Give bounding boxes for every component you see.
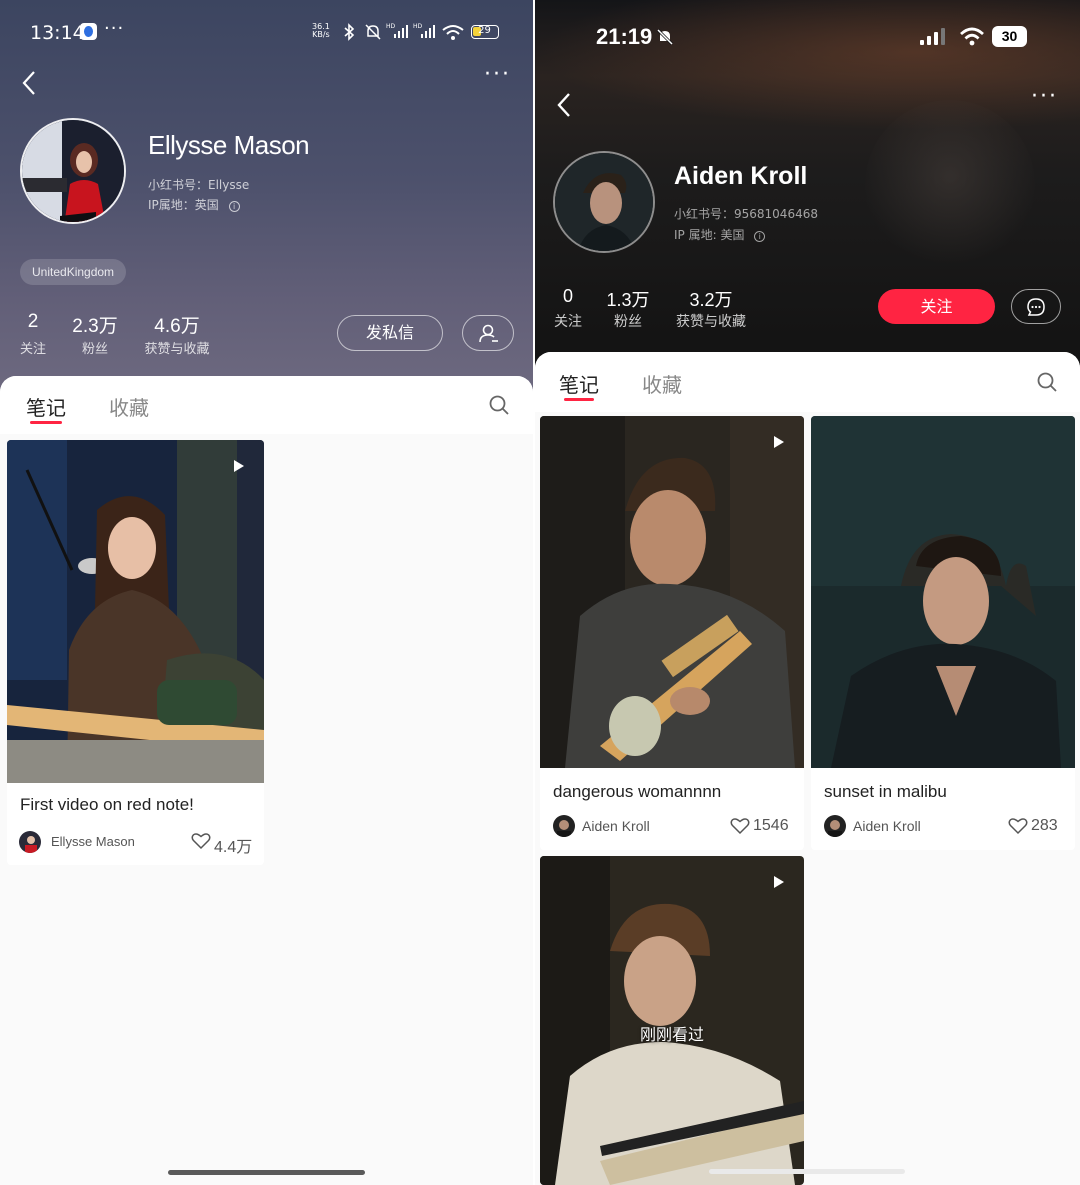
signal-hd-1-icon: HD	[386, 23, 408, 38]
likes-saves-count[interactable]: 3.2万	[673, 286, 749, 312]
profile-id: 小红书号：95681046468	[674, 207, 818, 221]
note-author: Ellysse Mason	[51, 834, 135, 849]
more-options-icon[interactable]: ···	[1031, 84, 1058, 109]
user-add-icon	[479, 324, 498, 343]
profile-ip-location: IP属地：英国 i	[148, 196, 240, 213]
tab-bar	[535, 352, 1080, 412]
network-speed: 36.1 KB/s	[312, 22, 330, 39]
info-icon[interactable]: i	[754, 231, 766, 242]
info-icon[interactable]: i	[228, 201, 240, 212]
following-label: 关注	[554, 314, 582, 330]
note-card[interactable]: First video on red note! Ellysse Mason 4…	[7, 440, 264, 865]
note-card[interactable]: sunset in malibu Aiden Kroll 283	[811, 416, 1075, 850]
note-cover-image	[811, 416, 1075, 768]
followers-label: 粉丝	[614, 314, 642, 330]
author-avatar	[824, 815, 846, 837]
tab-bar	[0, 376, 533, 434]
note-title: First video on red note!	[20, 795, 194, 814]
note-title: sunset in malibu	[824, 782, 947, 801]
note-card[interactable]: dangerous womannnn Aiden Kroll 1546	[540, 416, 804, 850]
recently-viewed-label: 刚刚看过	[639, 1025, 704, 1044]
video-play-icon	[774, 876, 784, 888]
note-author: Aiden Kroll	[853, 818, 921, 834]
add-friend-button[interactable]	[462, 315, 514, 351]
likes-saves-label: 获赞与收藏	[676, 314, 746, 330]
content-sheet: 笔记 收藏	[535, 352, 1080, 1185]
tab-collections[interactable]: 收藏	[109, 392, 149, 421]
followers-count[interactable]: 2.3万	[66, 311, 124, 338]
heart-icon[interactable]	[730, 817, 750, 835]
likes-saves-count[interactable]: 4.6万	[140, 311, 214, 338]
tab-collections[interactable]: 收藏	[642, 369, 682, 398]
battery-icon: 30	[992, 26, 1027, 47]
svg-text:HD: HD	[413, 23, 423, 30]
home-indicator[interactable]	[168, 1170, 365, 1175]
send-message-button[interactable]: 发私信	[337, 315, 443, 351]
followers-count[interactable]: 1.3万	[601, 286, 655, 312]
profile-name: Aiden Kroll	[674, 162, 808, 190]
likes-saves-label: 获赞与收藏	[144, 342, 210, 357]
profile-avatar[interactable]	[20, 118, 126, 224]
home-indicator[interactable]	[709, 1169, 905, 1174]
content-sheet: 笔记 收藏	[0, 376, 533, 1185]
more-notifications-icon: ···	[104, 18, 125, 39]
followers-label: 粉丝	[81, 342, 108, 357]
follow-button[interactable]: 关注	[878, 289, 995, 324]
profile-avatar[interactable]	[553, 151, 655, 253]
note-author: Aiden Kroll	[582, 818, 650, 834]
author-avatar	[19, 831, 41, 853]
following-label: 关注	[19, 342, 46, 357]
mute-bell-icon	[365, 24, 381, 40]
active-tab-indicator	[30, 421, 62, 424]
wifi-icon	[442, 25, 464, 40]
tab-notes[interactable]: 笔记	[559, 369, 599, 398]
left-profile-screen: 13:14 ··· 36.1 KB/s HD HD 29 ··· Ellysse…	[0, 0, 533, 1185]
following-count[interactable]: 0	[555, 286, 581, 307]
location-tag[interactable]: UnitedKingdom	[20, 259, 127, 285]
heart-icon[interactable]	[1008, 817, 1028, 835]
note-title: dangerous womannnn	[553, 782, 722, 801]
following-count[interactable]: 2	[18, 311, 48, 333]
note-like-count: 1546	[753, 817, 789, 834]
video-play-icon	[774, 436, 784, 448]
profile-name: Ellysse Mason	[148, 130, 310, 160]
bluetooth-icon	[344, 23, 355, 41]
chat-bubble-icon	[1027, 298, 1045, 316]
chat-button[interactable]	[1011, 289, 1061, 324]
status-time: 21:19	[596, 24, 653, 49]
note-cover-image	[540, 416, 804, 768]
profile-id: 小红书号：Ellysse	[148, 178, 250, 192]
app-notification-icon	[80, 23, 97, 40]
note-card[interactable]: 刚刚看过	[540, 856, 804, 1185]
right-profile-screen: 21:19 30 ··· Aiden Kroll 小红书号：9568104646…	[535, 0, 1080, 1185]
search-icon[interactable]	[1036, 371, 1058, 393]
video-play-icon	[234, 460, 244, 472]
profile-ip-location: IP 属地: 美国 i	[674, 226, 766, 243]
back-arrow-icon[interactable]	[20, 70, 40, 96]
note-like-count: 283	[1031, 817, 1058, 834]
heart-icon[interactable]	[191, 832, 211, 850]
tab-notes[interactable]: 笔记	[26, 392, 66, 421]
signal-hd-2-icon: HD	[413, 23, 435, 38]
more-options-icon[interactable]: ···	[484, 62, 511, 87]
status-time: 13:14	[30, 22, 85, 44]
author-avatar	[553, 815, 575, 837]
note-cover-image	[7, 440, 264, 783]
svg-text:HD: HD	[386, 23, 396, 30]
search-icon[interactable]	[488, 394, 510, 416]
wifi-icon	[960, 27, 984, 46]
battery-icon: 29	[471, 25, 499, 39]
note-like-count: 4.4万	[214, 839, 253, 856]
mute-bell-icon	[656, 28, 674, 46]
active-tab-indicator	[564, 398, 594, 401]
cellular-signal-icon	[920, 28, 945, 45]
back-arrow-icon[interactable]	[555, 92, 575, 118]
